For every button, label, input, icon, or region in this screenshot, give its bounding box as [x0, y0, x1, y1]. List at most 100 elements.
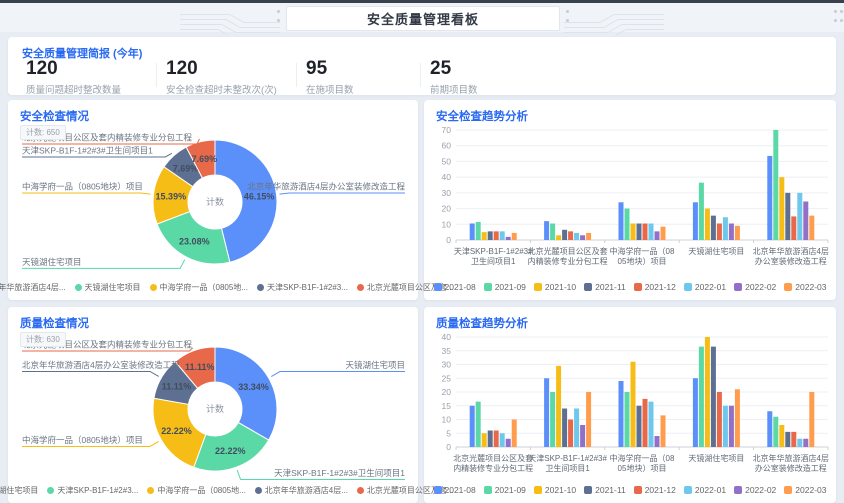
bar-2021-08[interactable]: [693, 378, 698, 447]
bar-2022-01[interactable]: [649, 402, 654, 447]
legend-item[interactable]: 2021-09: [484, 282, 526, 292]
bar-2022-01[interactable]: [574, 409, 579, 448]
bar-2022-01[interactable]: [723, 406, 728, 447]
bar-2021-08[interactable]: [544, 378, 549, 447]
bar-2022-03[interactable]: [661, 227, 666, 240]
legend-item[interactable]: 天津SKP-B1F-1#2#3...: [257, 282, 348, 293]
bar-2021-12[interactable]: [717, 224, 722, 241]
bar-2021-09[interactable]: [773, 417, 778, 447]
bar-2021-11[interactable]: [711, 216, 716, 240]
legend-item[interactable]: 天镜湖住宅项目: [0, 485, 38, 496]
bar-2021-10[interactable]: [631, 362, 636, 447]
legend-item[interactable]: 天镜湖住宅项目: [75, 282, 141, 293]
legend-item[interactable]: 北京年华旅游酒店4层...: [0, 282, 66, 293]
bar-2022-01[interactable]: [797, 439, 802, 447]
bar-2021-10[interactable]: [705, 209, 710, 240]
bar-2022-03[interactable]: [809, 392, 814, 447]
legend-item[interactable]: 2021-08: [434, 282, 476, 292]
legend-item[interactable]: 2022-03: [784, 282, 826, 292]
bar-2021-10[interactable]: [482, 433, 487, 447]
bar-2022-01[interactable]: [797, 193, 802, 240]
bar-2022-01[interactable]: [723, 217, 728, 240]
bar-2021-09[interactable]: [550, 224, 555, 241]
bar-2022-01[interactable]: [500, 433, 505, 447]
bar-2021-09[interactable]: [625, 209, 630, 240]
legend-item[interactable]: 2021-11: [584, 282, 626, 292]
bar-2021-10[interactable]: [631, 224, 636, 241]
bar-2022-02[interactable]: [803, 202, 808, 241]
bar-2022-01[interactable]: [649, 224, 654, 241]
legend-item[interactable]: 2021-11: [584, 485, 626, 495]
bar-2021-08[interactable]: [619, 202, 624, 240]
bar-2022-03[interactable]: [809, 216, 814, 240]
pie-slice-0[interactable]: [215, 347, 277, 440]
bar-2021-09[interactable]: [550, 392, 555, 447]
bar-2021-10[interactable]: [556, 235, 561, 240]
bar-2021-12[interactable]: [643, 399, 648, 447]
bar-2021-09[interactable]: [476, 402, 481, 447]
bar-2021-12[interactable]: [791, 216, 796, 240]
legend-item[interactable]: 2021-10: [534, 485, 576, 495]
legend-item[interactable]: 中海学府一品（0805地...: [147, 485, 245, 496]
legend-item[interactable]: 2022-03: [784, 485, 826, 495]
bar-2021-12[interactable]: [717, 392, 722, 447]
bar-2022-03[interactable]: [586, 233, 591, 240]
bar-2021-10[interactable]: [482, 232, 487, 240]
bar-2021-12[interactable]: [643, 224, 648, 241]
bar-2022-03[interactable]: [512, 233, 517, 240]
bar-2021-09[interactable]: [699, 183, 704, 240]
legend-item[interactable]: 2021-12: [634, 485, 676, 495]
legend-item[interactable]: 天津SKP-B1F-1#2#3...: [47, 485, 138, 496]
legend-item[interactable]: 2021-12: [634, 282, 676, 292]
bar-2021-09[interactable]: [625, 392, 630, 447]
bar-2021-08[interactable]: [470, 406, 475, 447]
bar-2022-02[interactable]: [655, 436, 660, 447]
legend-item[interactable]: 2022-01: [684, 282, 726, 292]
legend-item[interactable]: 北京年华旅游酒店4层...: [255, 485, 348, 496]
bar-2022-03[interactable]: [586, 392, 591, 447]
legend-item[interactable]: 2021-08: [434, 485, 476, 495]
bar-2022-01[interactable]: [574, 233, 579, 240]
bar-2021-10[interactable]: [556, 366, 561, 447]
bar-2021-11[interactable]: [488, 231, 493, 240]
bar-2021-11[interactable]: [785, 193, 790, 240]
bar-2022-02[interactable]: [729, 406, 734, 447]
legend-item[interactable]: 2021-09: [484, 485, 526, 495]
bar-2021-09[interactable]: [773, 130, 778, 240]
bar-2021-11[interactable]: [637, 224, 642, 241]
bar-2021-08[interactable]: [619, 381, 624, 447]
bar-2022-02[interactable]: [580, 425, 585, 447]
legend-item[interactable]: 2022-02: [734, 282, 776, 292]
bar-2021-09[interactable]: [476, 222, 481, 240]
bar-2021-12[interactable]: [791, 432, 796, 447]
bar-2021-12[interactable]: [494, 431, 499, 448]
bar-2021-11[interactable]: [562, 230, 567, 240]
bar-2021-08[interactable]: [693, 202, 698, 240]
legend-item[interactable]: 2022-02: [734, 485, 776, 495]
bar-2021-08[interactable]: [767, 411, 772, 447]
bar-2022-02[interactable]: [803, 439, 808, 447]
bar-2021-08[interactable]: [544, 221, 549, 240]
bar-2021-11[interactable]: [488, 431, 493, 448]
bar-2021-08[interactable]: [470, 224, 475, 241]
bar-2022-02[interactable]: [580, 235, 585, 240]
bar-2021-11[interactable]: [785, 432, 790, 447]
bar-2021-10[interactable]: [779, 177, 784, 240]
bar-2021-11[interactable]: [562, 409, 567, 448]
bar-2021-10[interactable]: [705, 337, 710, 447]
bar-2022-02[interactable]: [655, 231, 660, 240]
bar-2021-08[interactable]: [767, 156, 772, 240]
legend-item[interactable]: 2022-01: [684, 485, 726, 495]
bar-2021-10[interactable]: [779, 425, 784, 447]
bar-2022-01[interactable]: [500, 231, 505, 240]
bar-2021-09[interactable]: [699, 347, 704, 447]
bar-2021-12[interactable]: [568, 420, 573, 448]
bar-2021-12[interactable]: [568, 231, 573, 240]
bar-2022-03[interactable]: [512, 420, 517, 448]
legend-item[interactable]: 中海学府一品（0805地...: [150, 282, 248, 293]
bar-2021-11[interactable]: [637, 406, 642, 447]
bar-2022-02[interactable]: [506, 237, 511, 240]
bar-2022-03[interactable]: [661, 415, 666, 447]
bar-2022-03[interactable]: [735, 389, 740, 447]
bar-2022-03[interactable]: [735, 226, 740, 240]
